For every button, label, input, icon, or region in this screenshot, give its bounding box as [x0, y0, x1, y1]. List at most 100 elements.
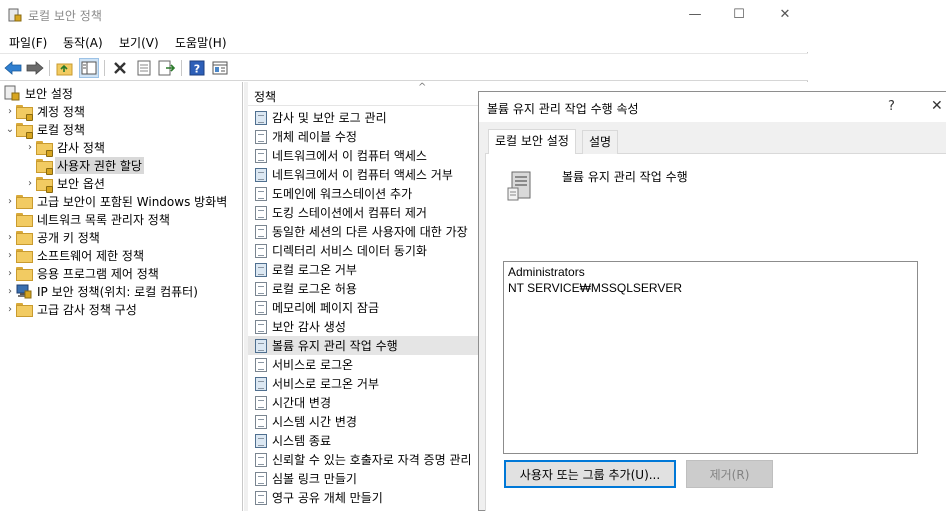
- tree-item-security-settings[interactable]: 보안 설정: [4, 84, 75, 102]
- policy-label: 볼륨 유지 관리 작업 수행: [272, 339, 398, 353]
- expand-chevron-icon[interactable]: ›: [4, 246, 16, 264]
- help-icon[interactable]: ?: [187, 58, 207, 78]
- column-policy[interactable]: 정책: [254, 88, 276, 105]
- expand-chevron-icon[interactable]: ›: [4, 102, 16, 120]
- policy-label: 시간대 변경: [272, 396, 332, 410]
- folder-icon: [16, 211, 33, 227]
- dialog-help-button[interactable]: ?: [888, 99, 895, 114]
- expand-chevron-icon[interactable]: ›: [24, 174, 36, 192]
- up-folder-icon[interactable]: [55, 58, 75, 78]
- expand-chevron-icon[interactable]: ›: [4, 192, 16, 210]
- policy-label: 보안 감사 생성: [272, 320, 346, 334]
- expand-chevron-icon[interactable]: ›: [4, 228, 16, 246]
- details-view-icon[interactable]: [210, 58, 230, 78]
- tree-item-software-restriction[interactable]: › 소프트웨어 제한 정책: [4, 246, 146, 264]
- tree-item-account-policy[interactable]: › 계정 정책: [4, 102, 87, 121]
- tree-item-application-control[interactable]: › 응용 프로그램 제어 정책: [4, 264, 161, 282]
- expand-chevron-icon[interactable]: ›: [24, 138, 36, 156]
- policy-label: 신뢰할 수 있는 호출자로 자격 증명 관리: [272, 453, 472, 467]
- forward-icon[interactable]: [25, 58, 45, 78]
- folder-icon: [16, 301, 33, 317]
- tab-local-security-setting[interactable]: 로컬 보안 설정: [488, 129, 576, 154]
- dialog-close-button[interactable]: ✕: [931, 98, 943, 114]
- menu-help[interactable]: 도움말(H): [175, 34, 227, 51]
- maximize-button[interactable]: ☐: [724, 4, 754, 26]
- policy-icon: [254, 243, 270, 259]
- expand-chevron-icon[interactable]: ›: [4, 264, 16, 282]
- policy-icon: [254, 338, 270, 354]
- tree-item-public-key-policies[interactable]: › 공개 키 정책: [4, 228, 102, 246]
- policy-icon: [254, 129, 270, 145]
- policy-icon: [254, 433, 270, 449]
- toolbar-separator: [104, 60, 105, 76]
- tree-item-windows-firewall[interactable]: › 고급 보안이 포함된 Windows 방화벽: [4, 192, 229, 210]
- tree-item-user-rights-assignment[interactable]: 사용자 권한 할당: [24, 156, 144, 175]
- add-user-or-group-button[interactable]: 사용자 또는 그룹 추가(U)...: [504, 460, 676, 488]
- expand-chevron-icon[interactable]: ›: [4, 282, 16, 300]
- toolbar-separator: [181, 60, 182, 76]
- policy-label: 서비스로 로그온: [272, 358, 354, 372]
- ip-security-icon: [16, 283, 32, 299]
- policy-icon: [254, 186, 270, 202]
- folder-lock-icon: [36, 175, 53, 193]
- properties-icon[interactable]: [134, 58, 154, 78]
- minimize-button[interactable]: —: [680, 4, 710, 26]
- tree-item-advanced-audit[interactable]: › 고급 감사 정책 구성: [4, 300, 139, 318]
- policy-icon: [254, 205, 270, 221]
- policy-icon: [254, 452, 270, 468]
- security-settings-icon: [4, 85, 20, 101]
- policy-label: 네트워크에서 이 컴퓨터 액세스 거부: [272, 168, 453, 182]
- policy-label: 시스템 종료: [272, 434, 332, 448]
- policy-icon: [254, 224, 270, 240]
- member-item[interactable]: Administrators: [508, 264, 913, 280]
- member-item[interactable]: NT SERVICE₩MSSQLSERVER: [508, 280, 913, 296]
- policy-label: 동일한 세션의 다른 사용자에 대한 가장: [272, 225, 468, 239]
- expand-chevron-icon[interactable]: ›: [4, 300, 16, 318]
- policy-icon: [254, 262, 270, 278]
- policy-icon: [254, 281, 270, 297]
- folder-icon: [16, 247, 33, 263]
- folder-icon: [16, 265, 33, 281]
- toolbar: ?: [0, 53, 808, 81]
- policy-icon: [254, 148, 270, 164]
- tree-item-ip-security[interactable]: › IP 보안 정책(위치: 로컬 컴퓨터): [4, 282, 200, 300]
- members-list[interactable]: Administrators NT SERVICE₩MSSQLSERVER: [503, 261, 918, 454]
- close-button[interactable]: ✕: [770, 4, 800, 26]
- tab-panel: 볼륨 유지 관리 작업 수행 Administrators NT SERVICE…: [485, 153, 946, 511]
- policy-icon: [254, 167, 270, 183]
- security-policy-app-icon: [8, 8, 22, 22]
- folder-lock-icon: [16, 121, 33, 139]
- remove-button[interactable]: 제거(R): [686, 460, 773, 488]
- policy-icon: [254, 110, 270, 126]
- tree-item-audit-policy[interactable]: › 감사 정책: [24, 138, 107, 157]
- dialog-title: 볼륨 유지 관리 작업 수행 속성: [487, 102, 639, 116]
- menu-view[interactable]: 보기(V): [119, 34, 159, 51]
- policy-label: 로컬 로그온 허용: [272, 282, 357, 296]
- policy-label: 개체 레이블 수정: [272, 130, 357, 144]
- menu-action[interactable]: 동작(A): [63, 34, 103, 51]
- tab-explain[interactable]: 설명: [582, 130, 619, 154]
- policy-label: 메모리에 페이지 잠금: [272, 301, 379, 315]
- tree-expander-empty: [24, 156, 36, 174]
- folder-lock-icon: [16, 103, 33, 121]
- menu-bar: 파일(F) 동작(A) 보기(V) 도움말(H): [0, 30, 808, 52]
- tree-item-security-options[interactable]: › 보안 옵션: [24, 174, 107, 193]
- policy-label: 도킹 스테이션에서 컴퓨터 제거: [272, 206, 427, 220]
- policy-icon: [254, 414, 270, 430]
- menu-file[interactable]: 파일(F): [9, 34, 47, 51]
- back-icon[interactable]: [3, 58, 23, 78]
- delete-icon[interactable]: [110, 58, 130, 78]
- show-hide-tree-icon[interactable]: [79, 58, 99, 78]
- folder-icon: [16, 193, 33, 209]
- tree-expander-empty: [4, 210, 16, 228]
- dialog-title-bar: 볼륨 유지 관리 작업 수행 속성 ? ✕: [479, 92, 946, 122]
- folder-lock-icon: [36, 139, 53, 157]
- server-policy-icon: [507, 171, 531, 201]
- tree-item-network-list-manager[interactable]: 네트워크 목록 관리자 정책: [4, 210, 172, 228]
- tree-item-local-policy[interactable]: ⌄ 로컬 정책: [4, 120, 87, 139]
- policy-icon: [254, 357, 270, 373]
- export-icon[interactable]: [157, 58, 177, 78]
- collapse-chevron-icon[interactable]: ⌄: [4, 120, 16, 138]
- policy-icon: [254, 376, 270, 392]
- tree-pane: 보안 설정 › 계정 정책 ⌄ 로컬 정책 › 감사 정책 사용자 권한 할당 …: [0, 82, 243, 511]
